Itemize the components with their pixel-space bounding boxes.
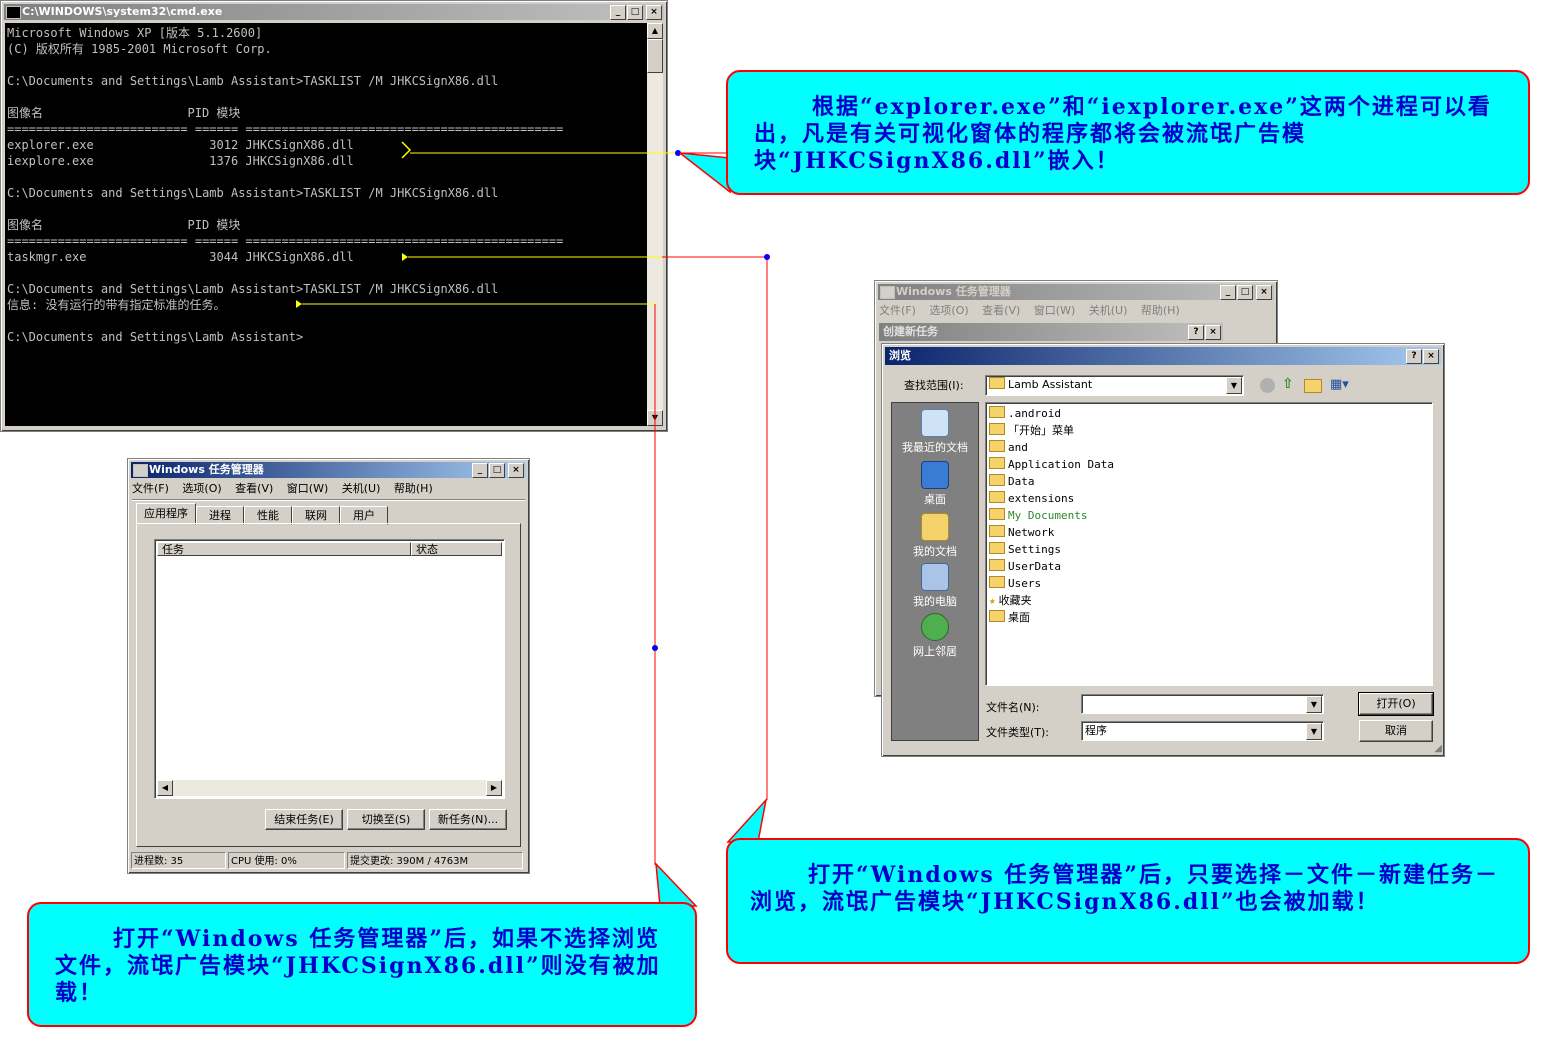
connector-taskmgr-red (662, 256, 768, 800)
connector-dot (764, 254, 770, 260)
bracket-explorer (401, 141, 412, 159)
arrow-taskmgr (402, 253, 408, 261)
arrow-info (296, 300, 302, 308)
callout-bottom-left: 打开“Windows 任务管理器”后，如果不选择浏览文件，流氓广告模块“JHKC… (27, 902, 697, 1027)
callout-bottom-right: 打开“Windows 任务管理器”后，只要选择－文件－新建任务－浏览，流氓广告模… (726, 838, 1530, 964)
callout-top-right: 根据“explorer.exe”和“iexplorer.exe”这两个进程可以看… (726, 70, 1530, 195)
connector-dot (652, 645, 658, 651)
